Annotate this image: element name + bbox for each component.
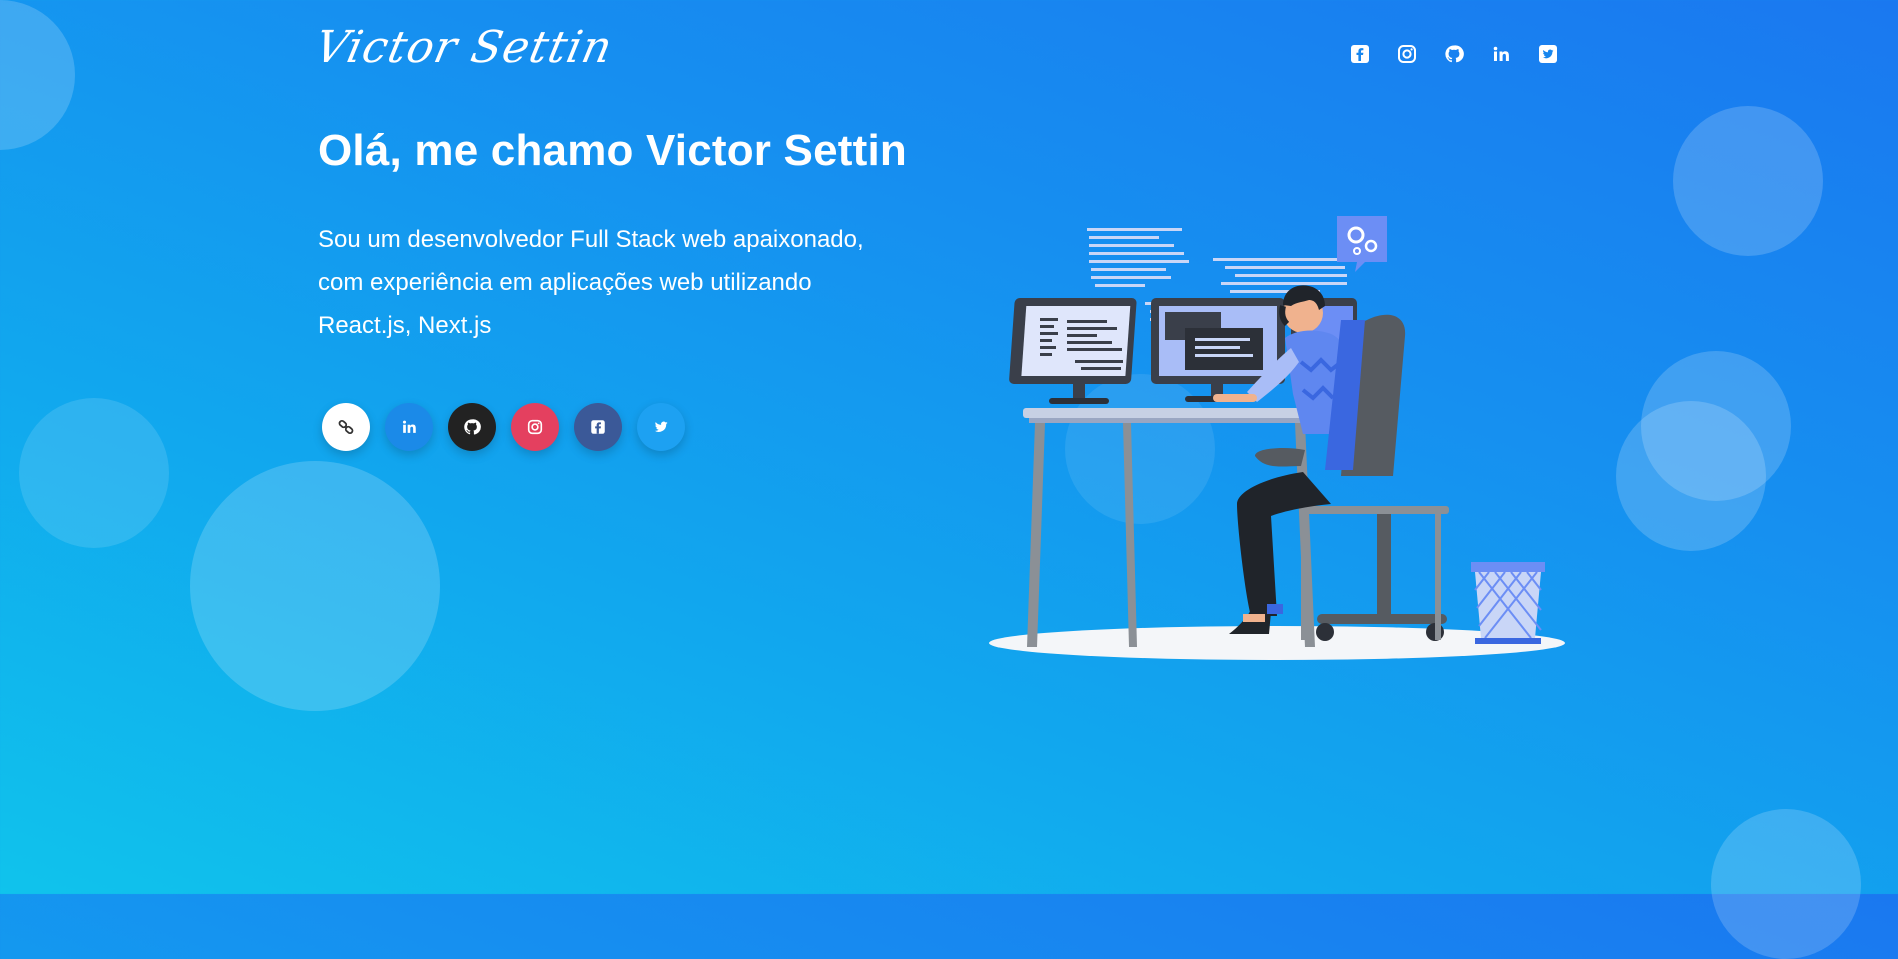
site-logo[interactable]: Victor Settin: [311, 22, 618, 73]
facebook-icon: [591, 420, 605, 434]
linkedin-icon[interactable]: [1491, 44, 1511, 64]
social-buttons: [322, 403, 685, 451]
developer-at-desk-illustration: [989, 216, 1565, 660]
facebook-button[interactable]: [574, 403, 622, 451]
decorative-bubble: [19, 398, 169, 548]
twitter-button[interactable]: [637, 403, 685, 451]
linkedin-button[interactable]: [385, 403, 433, 451]
twitter-icon: [654, 421, 668, 432]
decorative-bubble: [1711, 809, 1861, 959]
instagram-icon: [527, 419, 543, 435]
link-button[interactable]: [322, 403, 370, 451]
decorative-bubble: [1616, 401, 1766, 551]
instagram-icon[interactable]: [1397, 44, 1417, 64]
facebook-icon[interactable]: [1350, 44, 1370, 64]
instagram-button[interactable]: [511, 403, 559, 451]
github-button[interactable]: [448, 403, 496, 451]
twitter-icon[interactable]: [1538, 44, 1558, 64]
hero-description: Sou um desenvolvedor Full Stack web apai…: [318, 226, 864, 339]
decorative-bubble: [0, 0, 75, 150]
linkedin-icon: [402, 420, 416, 433]
github-icon: [464, 419, 481, 435]
github-icon[interactable]: [1444, 44, 1464, 64]
link-icon: [338, 419, 354, 435]
decorative-bubble: [1673, 106, 1823, 256]
header-social-icons: [1350, 44, 1558, 64]
decorative-bubble: [190, 461, 440, 711]
hero-title: Olá, me chamo Victor Settin: [318, 126, 907, 175]
